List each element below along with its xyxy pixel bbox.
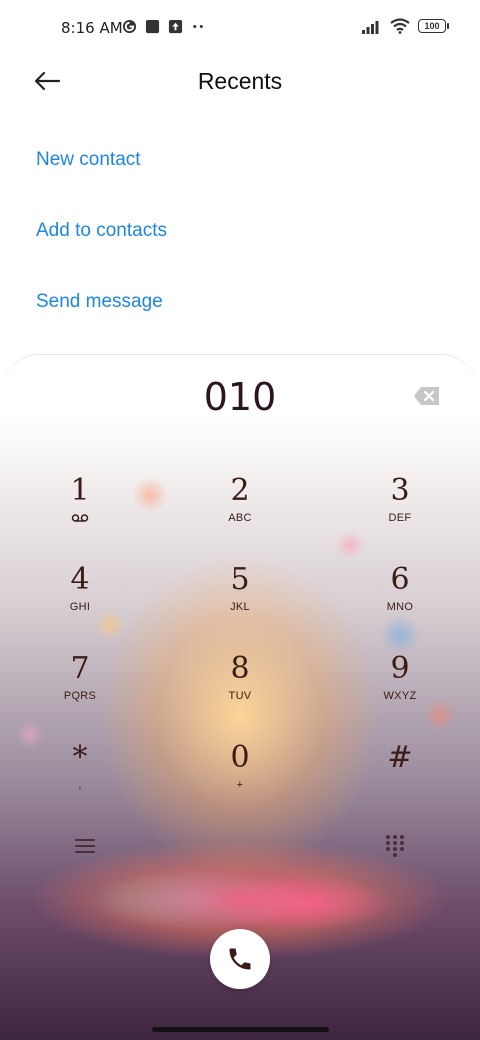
- key-letters: ,: [78, 779, 82, 791]
- dialed-number: 010: [203, 375, 277, 419]
- key-4[interactable]: 4 GHI: [20, 554, 140, 634]
- key-star[interactable]: * ,: [20, 732, 140, 812]
- key-letters: TUV: [228, 690, 252, 702]
- key-digit: 5: [230, 562, 250, 597]
- key-letters: MNO: [386, 601, 414, 613]
- key-digit: 9: [390, 651, 410, 686]
- key-letters: GHI: [69, 601, 91, 613]
- dialer-panel: 010 1 2 ABC 3 DEF 4 GHI 5 JKL 6 MNO 7 PQ…: [0, 354, 480, 1040]
- system-icons: 100: [362, 18, 450, 34]
- status-time: 8:16 AM: [61, 19, 123, 37]
- key-digit: 4: [70, 562, 90, 597]
- add-to-contacts-link[interactable]: Add to contacts: [36, 220, 167, 242]
- key-letters: WXYZ: [383, 690, 417, 702]
- square-icon: [145, 19, 160, 34]
- key-6[interactable]: 6 MNO: [340, 554, 460, 634]
- more-dots-icon: [193, 25, 203, 28]
- google-icon: [122, 19, 137, 34]
- page-title: Recents: [197, 68, 283, 94]
- voicemail-icon: [71, 514, 89, 522]
- notification-icons: [122, 19, 206, 34]
- key-digit: *: [72, 740, 88, 775]
- key-5[interactable]: 5 JKL: [180, 554, 300, 634]
- call-button[interactable]: [210, 929, 270, 989]
- key-digit: 7: [70, 651, 90, 686]
- battery-level: 100: [424, 21, 440, 31]
- key-2[interactable]: 2 ABC: [180, 465, 300, 545]
- send-message-link[interactable]: Send message: [36, 291, 163, 313]
- signal-icon: [362, 20, 379, 34]
- key-digit: 8: [230, 651, 250, 686]
- key-letters: ABC: [228, 512, 252, 524]
- key-digit: 3: [390, 473, 410, 508]
- keypad-toggle-icon[interactable]: [384, 833, 406, 859]
- header: Recents: [0, 56, 480, 108]
- key-3[interactable]: 3 DEF: [340, 465, 460, 545]
- menu-icon[interactable]: [72, 835, 98, 857]
- key-hash[interactable]: #: [340, 732, 460, 812]
- key-1[interactable]: 1: [20, 465, 140, 545]
- key-0[interactable]: 0 +: [180, 732, 300, 812]
- key-digit: 6: [390, 562, 410, 597]
- key-letters: PQRS: [63, 690, 97, 702]
- wifi-icon: [390, 18, 410, 34]
- status-bar: 8:16 AM 100: [0, 0, 480, 56]
- key-8[interactable]: 8 TUV: [180, 643, 300, 723]
- backspace-icon[interactable]: [413, 385, 441, 407]
- phone-icon: [229, 948, 251, 970]
- new-contact-link[interactable]: New contact: [36, 149, 141, 171]
- home-indicator[interactable]: [152, 1027, 329, 1032]
- battery-icon: 100: [418, 18, 450, 34]
- key-digit: 1: [70, 473, 90, 508]
- key-digit: #: [387, 740, 413, 775]
- key-letters: JKL: [230, 601, 250, 613]
- key-7[interactable]: 7 PQRS: [20, 643, 140, 723]
- key-digit: 2: [230, 473, 250, 508]
- upload-icon: [168, 19, 183, 34]
- key-digit: 0: [230, 740, 250, 775]
- key-letters: DEF: [388, 512, 412, 524]
- key-letters: +: [236, 779, 244, 791]
- key-9[interactable]: 9 WXYZ: [340, 643, 460, 723]
